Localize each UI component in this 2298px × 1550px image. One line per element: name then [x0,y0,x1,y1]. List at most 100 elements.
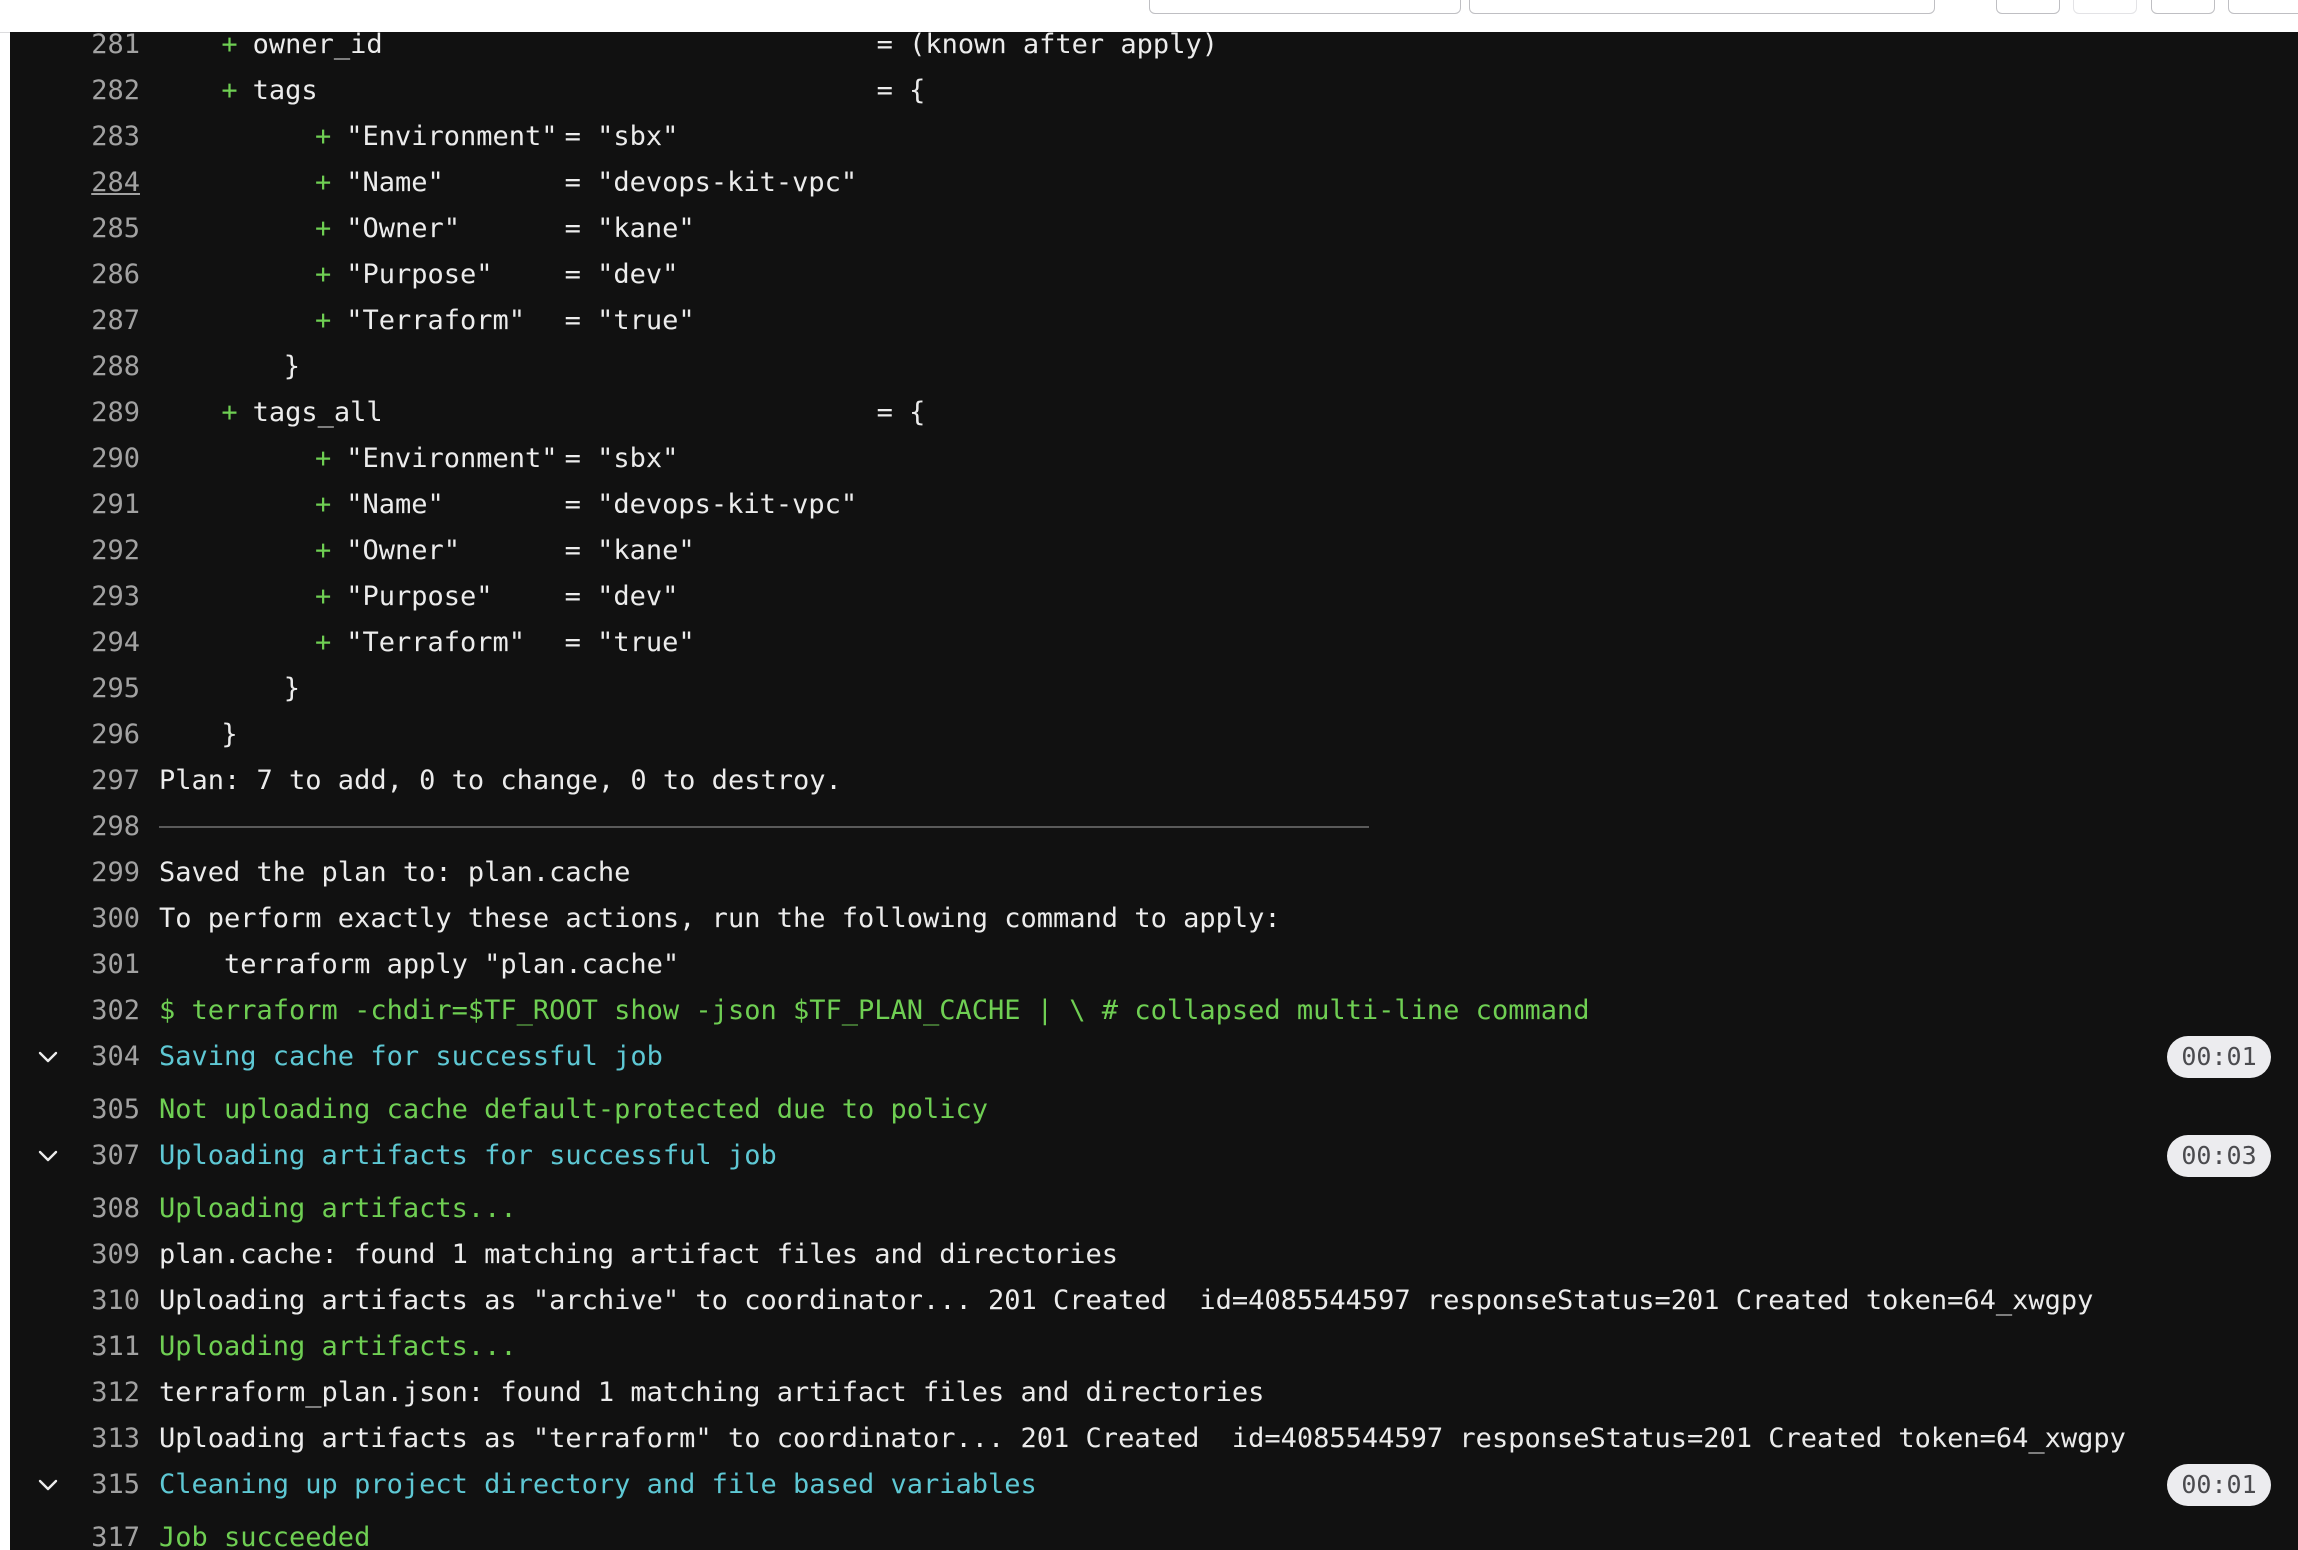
log-text: terraform_plan.json: found 1 matching ar… [159,1377,1265,1408]
tag-value: = "devops-kit-vpc" [564,489,858,520]
attribute-value: = { [876,397,926,428]
line-number[interactable]: 299 [62,850,140,896]
line-number[interactable]: 286 [62,252,140,298]
log-line: 301 terraform apply "plan.cache" [10,942,2298,988]
log-line: 292 + "Owner" = "kane" [10,528,2298,574]
line-number[interactable]: 281 [62,32,140,68]
job-select[interactable] [1469,0,1935,14]
log-line: 309 plan.cache: found 1 matching artifact… [10,1232,2298,1278]
plus-sign: + [221,32,238,60]
line-number[interactable]: 305 [62,1087,140,1133]
chevron-down-icon[interactable] [34,1133,62,1179]
line-number[interactable]: 298 [62,804,140,850]
duration-badge: 00:01 [2167,1036,2271,1078]
plus-sign: + [315,305,332,336]
chevron-down-icon[interactable] [34,1034,62,1080]
log-line: 294 + "Terraform" = "true" [10,620,2298,666]
line-number[interactable]: 315 [62,1462,140,1508]
line-number[interactable]: 287 [62,298,140,344]
log-text: Not uploading cache default-protected du… [159,1094,989,1125]
line-number[interactable]: 291 [62,482,140,528]
log-section-header[interactable]: 315 Cleaning up project directory and fil… [10,1462,2298,1508]
log-line: 284 + "Name" = "devops-kit-vpc" [10,160,2298,206]
log-line: 299 Saved the plan to: plan.cache [10,850,2298,896]
line-number[interactable]: 309 [62,1232,140,1278]
line-number[interactable]: 289 [62,390,140,436]
line-number[interactable]: 295 [62,666,140,712]
log-line: 308 Uploading artifacts... [10,1186,2298,1232]
log-line: 305 Not uploading cache default-protected… [10,1087,2298,1133]
log-text: terraform apply "plan.cache" [159,949,680,980]
line-number[interactable]: 300 [62,896,140,942]
tag-key: "Environment" [346,443,558,474]
line-number[interactable]: 317 [62,1515,140,1550]
attribute-key: tags_all [252,397,383,428]
fullscreen-button[interactable] [2228,0,2298,14]
section-title[interactable]: Uploading artifacts for successful job [159,1133,777,1179]
line-number[interactable]: 297 [62,758,140,804]
job-log-toolbar [0,0,2298,33]
line-number[interactable]: 283 [62,114,140,160]
line-number[interactable]: 290 [62,436,140,482]
scroll-to-top-button[interactable] [1996,0,2060,14]
line-number[interactable]: 285 [62,206,140,252]
line-number[interactable]: 311 [62,1324,140,1370]
attribute-key: owner_id [252,32,383,60]
log-line: 293 + "Purpose" = "dev" [10,574,2298,620]
section-title[interactable]: Cleaning up project directory and file b… [159,1462,1037,1508]
plus-sign: + [315,581,332,612]
log-text: Uploading artifacts... [159,1331,517,1362]
tag-key: "Terraform" [346,627,525,658]
log-text: Plan: 7 to add, 0 to change, 0 to destro… [159,765,842,796]
section-title[interactable]: Saving cache for successful job [159,1034,663,1080]
line-number[interactable]: 313 [62,1416,140,1462]
line-number[interactable]: 310 [62,1278,140,1324]
line-number[interactable]: 308 [62,1186,140,1232]
line-number[interactable]: 284 [62,160,140,206]
tag-value: = "kane" [564,213,695,244]
line-number[interactable]: 301 [62,942,140,988]
log-section-header[interactable]: 304 Saving cache for successful job 00:01 [10,1034,2298,1080]
line-number[interactable]: 312 [62,1370,140,1416]
search-input[interactable] [1149,0,1461,14]
tag-value: = "dev" [564,259,679,290]
line-number[interactable]: 294 [62,620,140,666]
line-number[interactable]: 288 [62,344,140,390]
plus-sign: + [315,121,332,152]
log-text: Job succeeded [159,1522,371,1550]
chevron-down-icon[interactable] [34,1462,62,1508]
log-text: Uploading artifacts... [159,1193,517,1224]
line-number[interactable]: 293 [62,574,140,620]
log-line: 290 + "Environment" = "sbx" [10,436,2298,482]
tag-value: = "dev" [564,581,679,612]
tag-key: "Environment" [346,121,558,152]
line-number[interactable]: 292 [62,528,140,574]
tag-key: "Purpose" [346,259,493,290]
log-section-header[interactable]: 307 Uploading artifacts for successful jo… [10,1133,2298,1179]
line-number[interactable]: 307 [62,1133,140,1179]
plus-sign: + [221,75,238,106]
log-line: 298 [10,804,2298,850]
closing-brace: } [283,351,301,382]
log-line: 288} [10,344,2298,390]
log-line: 287 + "Terraform" = "true" [10,298,2298,344]
line-number[interactable]: 302 [62,988,140,1034]
plus-sign: + [315,627,332,658]
log-text: Saved the plan to: plan.cache [159,857,631,888]
log-text: To perform exactly these actions, run th… [159,903,1281,934]
tag-value: = "sbx" [564,121,679,152]
log-text: $ terraform -chdir=$TF_ROOT show -json $… [159,995,1590,1026]
line-number[interactable]: 304 [62,1034,140,1080]
plus-sign: + [315,443,332,474]
job-log: 281 + owner_id = (known after apply) 282 + tag… [10,32,2298,1550]
log-line: 312 terraform_plan.json: found 1 matching… [10,1370,2298,1416]
log-line: 300 To perform exactly these actions, run… [10,896,2298,942]
log-line: 282 + tags = { [10,68,2298,114]
line-number[interactable]: 296 [62,712,140,758]
line-number[interactable]: 282 [62,68,140,114]
plus-sign: + [315,489,332,520]
log-line: 295} [10,666,2298,712]
scroll-to-bottom-button[interactable] [2073,0,2137,14]
tag-value: = "kane" [564,535,695,566]
raw-log-button[interactable] [2151,0,2215,14]
